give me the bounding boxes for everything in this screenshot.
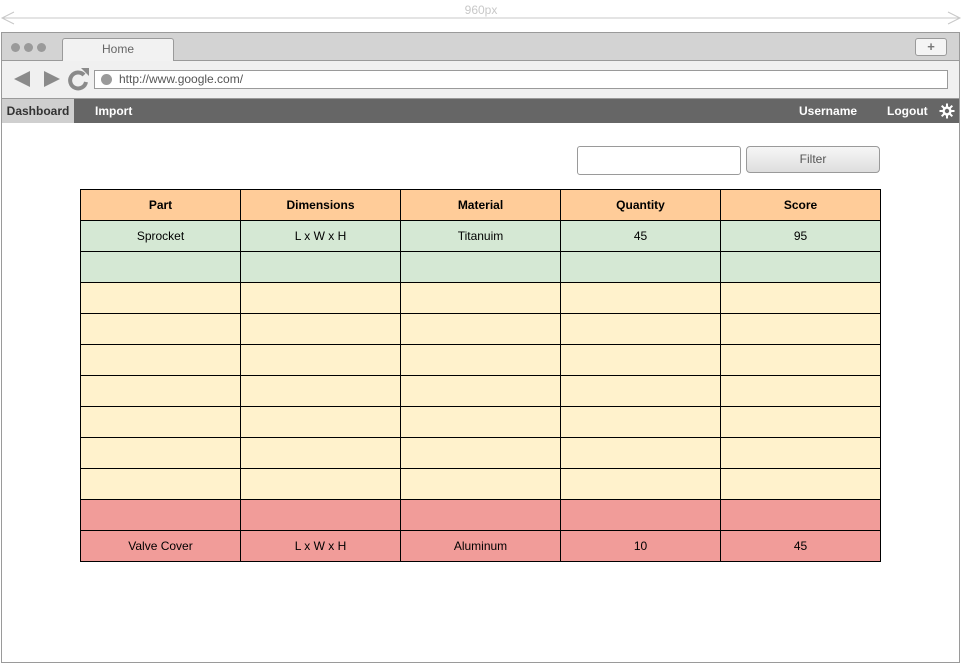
nav-username[interactable]: Username: [799, 99, 857, 123]
cell-score: [720, 406, 881, 438]
cell-score: 45: [720, 530, 881, 562]
cell-part: [80, 437, 241, 469]
back-arrow-icon[interactable]: [12, 69, 32, 89]
cell-quantity: [560, 251, 721, 283]
cell-material: [400, 313, 561, 345]
cell-quantity: [560, 282, 721, 314]
cell-quantity: [560, 468, 721, 500]
window-dot-icon[interactable]: [11, 43, 20, 52]
cell-material: [400, 344, 561, 376]
column-header-part[interactable]: Part: [80, 189, 241, 221]
table-row[interactable]: [80, 313, 881, 345]
cell-part: Valve Cover: [80, 530, 241, 562]
filter-button[interactable]: Filter: [746, 146, 880, 173]
cell-score: [720, 344, 881, 376]
column-header-material[interactable]: Material: [400, 189, 561, 221]
column-header-score[interactable]: Score: [720, 189, 881, 221]
cell-score: [720, 468, 881, 500]
cell-material: Titanuim: [400, 220, 561, 252]
tab-bar: Home +: [2, 33, 959, 61]
table-row[interactable]: [80, 499, 881, 531]
cell-material: [400, 499, 561, 531]
window-dot-icon[interactable]: [37, 43, 46, 52]
table-row[interactable]: [80, 375, 881, 407]
cell-dimensions: [240, 282, 401, 314]
cell-dimensions: [240, 375, 401, 407]
column-header-quantity[interactable]: Quantity: [560, 189, 721, 221]
cell-score: 95: [720, 220, 881, 252]
cell-dimensions: [240, 406, 401, 438]
cell-dimensions: [240, 468, 401, 500]
cell-quantity: 45: [560, 220, 721, 252]
cell-dimensions: [240, 437, 401, 469]
cell-quantity: [560, 344, 721, 376]
cell-material: [400, 437, 561, 469]
cell-score: [720, 499, 881, 531]
cell-dimensions: [240, 313, 401, 345]
cell-quantity: [560, 313, 721, 345]
cell-quantity: [560, 406, 721, 438]
table-row[interactable]: [80, 406, 881, 438]
nav-logout[interactable]: Logout: [887, 99, 928, 123]
table-row[interactable]: Sprocket L x W x H Titanuim 45 95: [80, 220, 881, 252]
gear-icon[interactable]: [939, 103, 955, 119]
table-row[interactable]: [80, 344, 881, 376]
app-navbar: Dashboard Import Username Logout: [2, 99, 959, 123]
cell-dimensions: L x W x H: [240, 220, 401, 252]
cell-quantity: [560, 499, 721, 531]
cell-material: Aluminum: [400, 530, 561, 562]
cell-quantity: [560, 437, 721, 469]
cell-quantity: [560, 375, 721, 407]
cell-part: [80, 313, 241, 345]
cell-part: [80, 499, 241, 531]
table-row[interactable]: [80, 251, 881, 283]
table-row[interactable]: Valve Cover L x W x H Aluminum 10 45: [80, 530, 881, 562]
url-input[interactable]: http://www.google.com/: [94, 70, 948, 89]
cell-dimensions: [240, 251, 401, 283]
cell-part: [80, 251, 241, 283]
cell-quantity: 10: [560, 530, 721, 562]
table-header-row: Part Dimensions Material Quantity Score: [80, 189, 881, 221]
cell-dimensions: [240, 499, 401, 531]
width-label: 960px: [464, 3, 498, 17]
width-annotation: 960px: [0, 0, 962, 28]
address-bar: http://www.google.com/: [2, 61, 959, 99]
reload-icon[interactable]: [67, 67, 91, 91]
cell-score: [720, 375, 881, 407]
cell-score: [720, 251, 881, 283]
column-header-dimensions[interactable]: Dimensions: [240, 189, 401, 221]
cell-part: [80, 344, 241, 376]
url-text: http://www.google.com/: [119, 72, 244, 86]
table-row[interactable]: [80, 282, 881, 314]
cell-part: [80, 282, 241, 314]
tab-home[interactable]: Home: [62, 38, 174, 61]
forward-arrow-icon[interactable]: [42, 69, 62, 89]
cell-part: [80, 468, 241, 500]
cell-part: Sprocket: [80, 220, 241, 252]
cell-material: [400, 375, 561, 407]
nav-dashboard[interactable]: Dashboard: [2, 99, 74, 123]
parts-table: Part Dimensions Material Quantity Score …: [80, 189, 881, 562]
cell-material: [400, 282, 561, 314]
cell-material: [400, 251, 561, 283]
cell-dimensions: [240, 344, 401, 376]
window-dot-icon[interactable]: [24, 43, 33, 52]
cell-material: [400, 406, 561, 438]
cell-dimensions: L x W x H: [240, 530, 401, 562]
table-row[interactable]: [80, 437, 881, 469]
site-info-icon: [101, 74, 112, 85]
table-row[interactable]: [80, 468, 881, 500]
filter-input[interactable]: [577, 146, 741, 175]
new-tab-button[interactable]: +: [915, 38, 947, 56]
cell-score: [720, 437, 881, 469]
cell-material: [400, 468, 561, 500]
cell-score: [720, 313, 881, 345]
nav-import[interactable]: Import: [95, 99, 132, 123]
cell-part: [80, 406, 241, 438]
cell-score: [720, 282, 881, 314]
cell-part: [80, 375, 241, 407]
